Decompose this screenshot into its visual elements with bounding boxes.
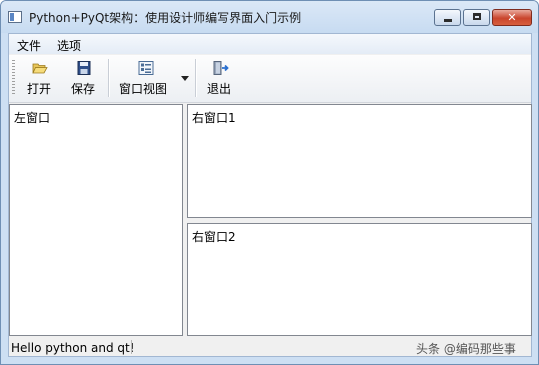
window-view-button[interactable]: 窗口视图 [115,57,191,99]
toolbar-separator [195,59,197,97]
minimize-icon [444,19,452,22]
chevron-down-icon[interactable] [181,76,189,81]
save-button[interactable]: 保存 [65,57,103,99]
maximize-icon [473,13,481,20]
status-separator [131,340,132,354]
close-button[interactable]: ✕ [492,9,532,26]
right-bottom-pane[interactable]: 右窗口2 [187,223,532,336]
toolbar: 打开 保存 窗口视图 退出 [9,55,531,103]
window-title: Python+PyQt架构：使用设计师编写界面入门示例 [29,11,302,25]
menu-bar: 文件 选项 [9,34,531,54]
left-pane-text: 左窗口 [14,111,51,125]
status-bar: Hello python and qt! 头条 @编码那些事 [9,338,531,356]
open-label: 打开 [27,82,52,96]
toolbar-separator [108,59,110,97]
right-bottom-pane-text: 右窗口2 [192,230,236,244]
folder-open-icon [32,63,48,74]
main-window: Python+PyQt架构：使用设计师编写界面入门示例 ✕ 文件 选项 打开 保… [0,0,539,365]
menu-options[interactable]: 选项 [57,37,81,54]
save-label: 保存 [71,82,96,96]
exit-label: 退出 [207,82,232,96]
open-button[interactable]: 打开 [21,57,59,99]
window-layout-icon [138,61,154,75]
maximize-button[interactable] [463,9,490,26]
client-area: 文件 选项 打开 保存 窗口视图 退出 左窗口 右窗口1 右窗口2 Hello … [8,33,532,357]
minimize-button[interactable] [434,9,461,26]
toolbar-grip[interactable] [12,60,15,96]
close-icon: ✕ [507,11,517,24]
app-icon[interactable] [8,11,22,23]
menu-file[interactable]: 文件 [17,37,41,54]
right-top-pane-text: 右窗口1 [192,111,236,125]
left-pane[interactable]: 左窗口 [9,104,183,336]
watermark: 头条 @编码那些事 [416,342,516,356]
exit-door-icon [213,61,229,75]
exit-button[interactable]: 退出 [201,57,241,99]
right-top-pane[interactable]: 右窗口1 [187,104,532,218]
floppy-disk-icon [77,61,91,75]
title-bar[interactable]: Python+PyQt架构：使用设计师编写界面入门示例 ✕ [1,1,538,33]
window-view-label: 窗口视图 [119,82,168,96]
status-message: Hello python and qt! [11,341,135,355]
